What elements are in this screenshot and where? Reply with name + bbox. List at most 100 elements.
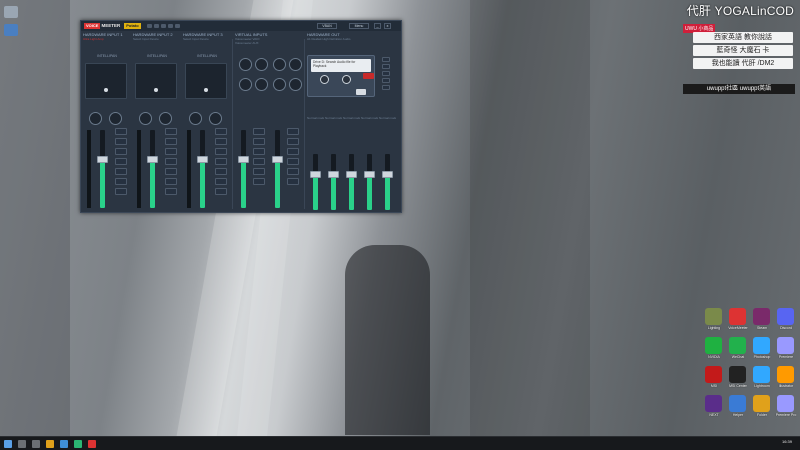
strip-device[interactable]: Ultra Light Amp bbox=[83, 37, 131, 41]
mono-button[interactable] bbox=[287, 158, 299, 165]
bus-a1-button[interactable] bbox=[165, 128, 177, 135]
bus-b2-button[interactable] bbox=[215, 158, 227, 165]
mono-button[interactable] bbox=[115, 168, 127, 175]
chrome-icon[interactable] bbox=[74, 440, 82, 448]
desktop-app-icon[interactable] bbox=[729, 337, 746, 354]
bus-a1-button[interactable] bbox=[287, 128, 299, 135]
recycle-bin-icon[interactable] bbox=[4, 6, 18, 18]
browser-icon[interactable] bbox=[60, 440, 68, 448]
desktop-app-icon[interactable] bbox=[729, 395, 746, 412]
bus-mode[interactable]: Normal mode bbox=[379, 116, 396, 120]
desktop-app-icon[interactable] bbox=[705, 395, 722, 412]
task-view-icon[interactable] bbox=[32, 440, 40, 448]
pan-dot[interactable] bbox=[154, 88, 158, 92]
intellipan-pad[interactable] bbox=[135, 63, 177, 99]
fader-handle[interactable] bbox=[97, 156, 108, 163]
vban-button[interactable]: VBAN bbox=[317, 23, 337, 29]
intellipan-pad[interactable] bbox=[185, 63, 227, 99]
fader-handle[interactable] bbox=[346, 171, 357, 178]
cassette-recorder[interactable]: Drive D: Search Audio file for Playback bbox=[307, 55, 375, 97]
desktop-app-icon[interactable] bbox=[777, 308, 794, 325]
bus-b2-button[interactable] bbox=[165, 158, 177, 165]
gate-knob[interactable] bbox=[109, 112, 122, 125]
mute-button[interactable] bbox=[165, 188, 177, 195]
desktop-app-icon[interactable] bbox=[753, 366, 770, 383]
mute-button[interactable] bbox=[215, 188, 227, 195]
desktop-app-icon[interactable] bbox=[705, 308, 722, 325]
bus-b1-button[interactable] bbox=[115, 148, 127, 155]
output-select-buttons[interactable] bbox=[382, 57, 390, 92]
bus-a2-button[interactable] bbox=[165, 138, 177, 145]
bus-mode[interactable]: Normal mode bbox=[325, 116, 342, 120]
desktop-app-icon[interactable] bbox=[705, 366, 722, 383]
fader-handle[interactable] bbox=[147, 156, 158, 163]
bus-a2-button[interactable] bbox=[287, 138, 299, 145]
fader-handle[interactable] bbox=[328, 171, 339, 178]
eq-knob[interactable] bbox=[273, 58, 286, 71]
bus-mode[interactable]: Normal mode bbox=[361, 116, 378, 120]
desktop-app-icon[interactable] bbox=[729, 366, 746, 383]
bus-b2-button[interactable] bbox=[115, 158, 127, 165]
computer-icon[interactable] bbox=[4, 24, 18, 36]
eq-knob[interactable] bbox=[255, 58, 268, 71]
fader-handle[interactable] bbox=[272, 156, 283, 163]
desktop-app-icon[interactable] bbox=[729, 308, 746, 325]
mono-button[interactable] bbox=[215, 168, 227, 175]
bus-a2-button[interactable] bbox=[253, 138, 265, 145]
solo-button[interactable] bbox=[253, 168, 265, 175]
fader-handle[interactable] bbox=[364, 171, 375, 178]
solo-button[interactable] bbox=[115, 178, 127, 185]
bus-a2-button[interactable] bbox=[215, 138, 227, 145]
menu-button[interactable]: Menu bbox=[349, 23, 369, 29]
output-b2-button[interactable] bbox=[382, 85, 390, 90]
bus-buttons[interactable] bbox=[115, 128, 127, 198]
voicemeeter-window[interactable]: VOICE MEETER Potato VBAN Menu _ x HARDWA… bbox=[80, 20, 402, 213]
desktop-app-icon[interactable] bbox=[705, 337, 722, 354]
pan-dot[interactable] bbox=[204, 88, 208, 92]
output-b1-button[interactable] bbox=[382, 78, 390, 83]
close-button[interactable]: x bbox=[384, 23, 391, 29]
pan-dot[interactable] bbox=[104, 88, 108, 92]
fader-handle[interactable] bbox=[238, 156, 249, 163]
desktop-app-icon[interactable] bbox=[777, 337, 794, 354]
mono-button[interactable] bbox=[165, 168, 177, 175]
bus-a2-button[interactable] bbox=[115, 138, 127, 145]
eq-knob[interactable] bbox=[273, 78, 286, 91]
voicemeeter-icon[interactable] bbox=[88, 440, 96, 448]
toolbar-dot[interactable] bbox=[147, 24, 152, 28]
bus-buttons[interactable] bbox=[287, 128, 299, 188]
bus-b1-button[interactable] bbox=[165, 148, 177, 155]
toolbar-dot[interactable] bbox=[168, 24, 173, 28]
mute-button[interactable] bbox=[287, 178, 299, 185]
bus-buttons[interactable] bbox=[253, 128, 265, 188]
play-button[interactable] bbox=[356, 89, 366, 95]
system-clock[interactable]: 16:39 bbox=[782, 439, 792, 444]
toolbar-dot[interactable] bbox=[175, 24, 180, 28]
fader-handle[interactable] bbox=[382, 171, 393, 178]
output-a2-button[interactable] bbox=[382, 64, 390, 69]
desktop-app-icon[interactable] bbox=[753, 308, 770, 325]
toolbar-dot[interactable] bbox=[161, 24, 166, 28]
bus-b1-button[interactable] bbox=[215, 148, 227, 155]
bus-b1-button[interactable] bbox=[287, 148, 299, 155]
strip-device[interactable]: Select Input Device bbox=[133, 37, 181, 41]
toolbar-dot[interactable] bbox=[154, 24, 159, 28]
solo-button[interactable] bbox=[287, 168, 299, 175]
desktop-app-icon[interactable] bbox=[777, 366, 794, 383]
mono-button[interactable] bbox=[253, 158, 265, 165]
fader-handle[interactable] bbox=[197, 156, 208, 163]
comp-knob[interactable] bbox=[89, 112, 102, 125]
bus-a1-button[interactable] bbox=[115, 128, 127, 135]
search-icon[interactable] bbox=[18, 440, 26, 448]
title-bar[interactable]: VOICE MEETER Potato VBAN Menu _ x bbox=[81, 21, 401, 31]
bus-buttons[interactable] bbox=[215, 128, 227, 198]
bus-buttons[interactable] bbox=[165, 128, 177, 198]
desktop-app-icon[interactable] bbox=[753, 395, 770, 412]
desktop-app-icon[interactable] bbox=[777, 395, 794, 412]
solo-button[interactable] bbox=[165, 178, 177, 185]
eq-knob[interactable] bbox=[239, 58, 252, 71]
gate-knob[interactable] bbox=[159, 112, 172, 125]
bus-a1-button[interactable] bbox=[215, 128, 227, 135]
output-a3-button[interactable] bbox=[382, 71, 390, 76]
bus-b1-button[interactable] bbox=[253, 148, 265, 155]
